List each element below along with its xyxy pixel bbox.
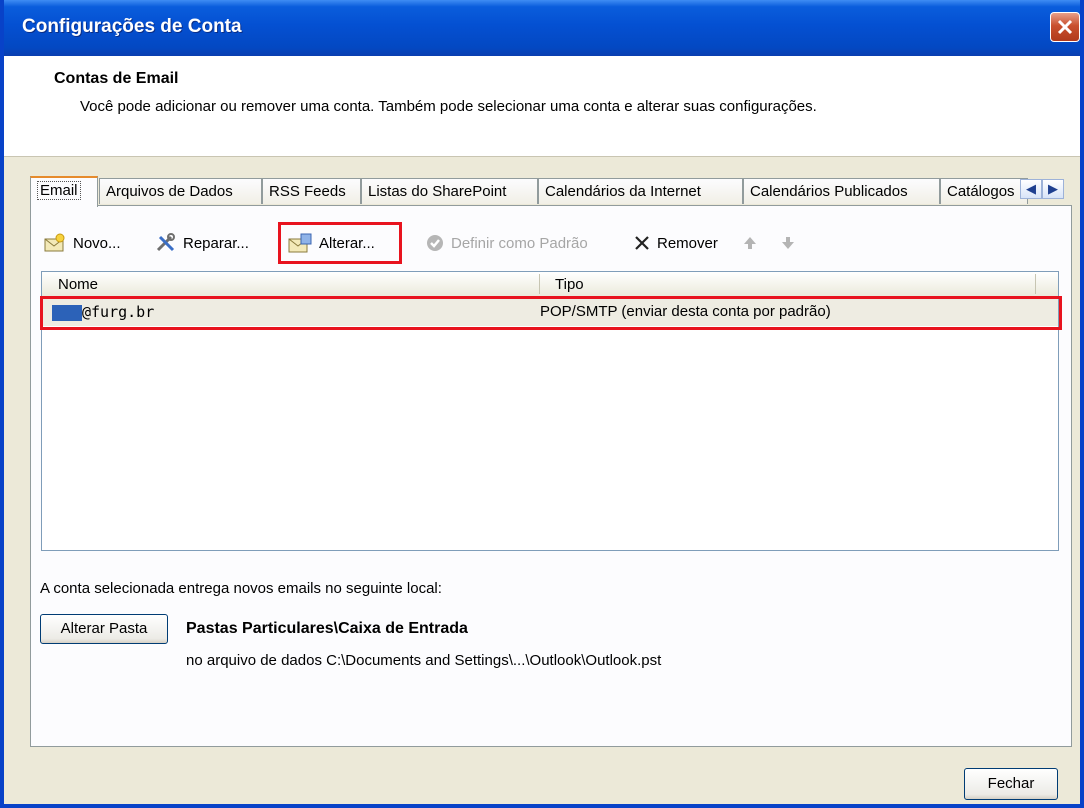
account-row-highlight: [40, 296, 1062, 330]
data-file-path: no arquivo de dados C:\Documents and Set…: [186, 652, 662, 669]
new-account-label: Novo...: [73, 234, 121, 252]
column-divider[interactable]: [539, 274, 540, 294]
close-dialog-button[interactable]: Fechar: [964, 768, 1058, 800]
tab-strip: Email Arquivos de Dados RSS Feeds Listas…: [30, 176, 1070, 207]
remove-x-icon: [635, 236, 649, 250]
column-header-name[interactable]: Nome: [58, 276, 98, 293]
tab-email[interactable]: Email: [30, 176, 98, 207]
move-up-button[interactable]: [743, 228, 757, 258]
tab-data-files[interactable]: Arquivos de Dados: [99, 178, 262, 204]
account-toolbar: Novo... Reparar... Alterar... Definir co…: [43, 222, 843, 264]
tab-sharepoint-lists[interactable]: Listas do SharePoint: [361, 178, 538, 204]
move-down-button[interactable]: [781, 228, 795, 258]
scroll-right-icon[interactable]: ▶: [1042, 179, 1064, 199]
repair-tools-icon: [156, 233, 175, 252]
arrow-down-icon: [782, 237, 794, 249]
repair-label: Reparar...: [183, 234, 249, 252]
header-title: Contas de Email: [54, 70, 179, 87]
checkmark-circle-icon: [427, 235, 443, 251]
new-account-button[interactable]: Novo...: [43, 228, 121, 258]
window-title: Configurações de Conta: [22, 16, 242, 37]
change-button-highlight: [278, 222, 402, 264]
arrow-up-icon: [744, 237, 756, 249]
repair-button[interactable]: Reparar...: [155, 228, 249, 258]
tab-internet-calendars[interactable]: Calendários da Internet: [538, 178, 743, 204]
close-button[interactable]: [1050, 12, 1080, 42]
account-list: Nome Tipo @furg.br POP/SMTP (enviar dest…: [40, 271, 1062, 551]
title-bar[interactable]: Configurações de Conta: [4, 0, 1080, 56]
list-header: Nome Tipo: [42, 272, 1058, 297]
delivery-location-label: A conta selecionada entrega novos emails…: [40, 580, 442, 597]
dialog-header: Contas de Email Você pode adicionar ou r…: [4, 56, 1080, 157]
tab-scroll-buttons: ◀ ▶: [1020, 179, 1068, 201]
new-mail-account-icon: [44, 233, 65, 252]
tab-rss-feeds[interactable]: RSS Feeds: [262, 178, 361, 204]
tab-published-calendars[interactable]: Calendários Publicados: [743, 178, 940, 204]
delivery-folder: Pastas Particulares\Caixa de Entrada: [186, 620, 468, 637]
set-default-button[interactable]: Definir como Padrão: [425, 228, 588, 258]
set-default-label: Definir como Padrão: [451, 234, 588, 252]
remove-label: Remover: [657, 234, 718, 252]
account-settings-dialog: Configurações de Conta Contas de Email V…: [0, 0, 1084, 808]
tab-catalogs[interactable]: Catálogos: [940, 178, 1028, 204]
scroll-left-icon[interactable]: ◀: [1020, 179, 1042, 199]
column-header-type[interactable]: Tipo: [555, 276, 584, 293]
close-icon: [1057, 19, 1073, 35]
remove-button[interactable]: Remover: [633, 228, 718, 258]
header-description: Você pode adicionar ou remover uma conta…: [80, 98, 817, 115]
change-folder-button[interactable]: Alterar Pasta: [40, 614, 168, 644]
column-divider[interactable]: [1035, 274, 1036, 294]
